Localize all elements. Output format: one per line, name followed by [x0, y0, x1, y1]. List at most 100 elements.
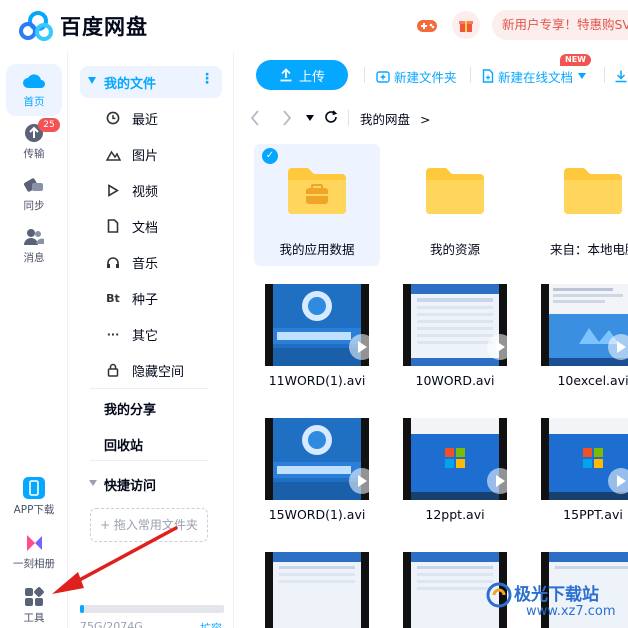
rail-transfer[interactable]: 25 传输	[6, 116, 62, 168]
breadcrumb-root[interactable]: 我的网盘	[360, 112, 410, 127]
rail-home[interactable]: 首页	[6, 64, 62, 116]
sidebar-item-videos[interactable]: 视频	[80, 175, 222, 205]
storage-progress-fill	[80, 605, 84, 613]
new-folder-label: 新建文件夹	[394, 69, 457, 85]
navigation-row: 我的网盘 >	[234, 102, 628, 132]
upload-button[interactable]: 上传	[256, 60, 348, 90]
rail-label: 传输	[23, 148, 45, 160]
storage-progress-bar	[80, 605, 224, 613]
new-online-doc-button[interactable]: 新建在线文档	[482, 66, 587, 86]
sidebar-item-torrents[interactable]: Bt 种子	[80, 283, 222, 313]
quick-access-header[interactable]: 快捷访问	[104, 475, 156, 494]
folder-tile[interactable]: ✓ 我的应用数据	[254, 144, 380, 266]
play-button-icon[interactable]	[608, 334, 628, 360]
breadcrumb-separator: >	[420, 112, 431, 127]
gift-icon[interactable]	[452, 11, 480, 39]
download-button[interactable]	[614, 66, 628, 86]
my-files-header[interactable]: 我的文件 ⋮	[80, 66, 222, 98]
new-online-doc-label: 新建在线文档	[498, 69, 574, 85]
document-icon	[105, 218, 121, 234]
play-button-icon[interactable]	[349, 468, 369, 494]
back-arrow-icon[interactable]	[250, 110, 260, 126]
upload-label: 上传	[298, 69, 325, 85]
collapse-triangle-icon[interactable]	[89, 480, 97, 486]
rail-moment-album[interactable]: 一刻相册	[6, 526, 62, 578]
checkmark-icon[interactable]: ✓	[262, 148, 278, 164]
history-dropdown-icon[interactable]	[306, 115, 314, 121]
video-thumbnail[interactable]	[403, 418, 507, 500]
new-folder-button[interactable]: 新建文件夹	[376, 66, 457, 86]
rail-label: 消息	[23, 252, 45, 264]
header: 百度网盘 新用户专享！特惠购SVI	[0, 0, 628, 52]
phone-icon	[23, 477, 45, 499]
toolbar-separator	[470, 67, 471, 83]
play-button-icon[interactable]	[487, 468, 507, 494]
rail-app-download[interactable]: APP下载	[6, 470, 62, 522]
quick-access-dropzone[interactable]: + 拖入常用文件夹	[90, 508, 208, 542]
rail-label: 工具	[23, 612, 45, 624]
brand-name: 百度网盘	[60, 15, 148, 39]
upload-icon	[280, 68, 292, 82]
game-icon[interactable]	[414, 13, 440, 39]
sidebar-item-label: 其它	[132, 328, 159, 344]
video-file-name: 11WORD(1).avi	[268, 373, 366, 388]
people-icon	[24, 229, 44, 245]
video-thumbnail[interactable]	[265, 418, 369, 500]
grid-icon	[25, 587, 44, 606]
baidu-netdisk-logo[interactable]	[18, 10, 54, 42]
rail-tools[interactable]: 工具	[6, 580, 62, 628]
video-file-name: 15WORD(1).avi	[268, 507, 366, 522]
dropdown-caret-icon[interactable]	[577, 72, 587, 80]
headphones-icon	[105, 254, 121, 270]
folder-icon	[564, 168, 622, 214]
video-thumbnail[interactable]	[541, 284, 628, 366]
play-button-icon[interactable]	[487, 334, 507, 360]
more-options-icon[interactable]: ⋮	[200, 71, 214, 87]
forward-arrow-icon[interactable]	[282, 110, 292, 126]
cloud-icon	[23, 74, 45, 88]
video-preview	[273, 552, 361, 628]
sidebar-item-others[interactable]: ··· 其它	[80, 319, 222, 349]
play-button-icon[interactable]	[608, 468, 628, 494]
play-button-icon[interactable]	[349, 334, 369, 360]
folder-plus-icon	[376, 70, 390, 83]
video-thumbnail[interactable]	[541, 418, 628, 500]
sidebar-item-label: 视频	[132, 184, 159, 200]
sidebar-item-label: 种子	[132, 292, 159, 308]
rail-label: 一刻相册	[13, 558, 55, 570]
rail-label: 首页	[23, 96, 45, 108]
bt-icon: Bt	[106, 291, 120, 305]
watermark-logo-icon	[486, 582, 512, 608]
folder-tile[interactable]: 来自：本地电脑	[530, 144, 628, 266]
storage-usage-text: 75G/2074G	[80, 620, 143, 628]
divider	[90, 388, 208, 389]
video-thumbnail[interactable]	[265, 284, 369, 366]
download-icon	[615, 70, 627, 83]
promo-banner[interactable]: 新用户专享！特惠购SVI	[492, 10, 628, 40]
sidebar-item-hidden-space[interactable]: 隐藏空间	[80, 355, 222, 385]
watermark-url: www.xz7.com	[526, 604, 616, 619]
video-preview	[273, 284, 361, 366]
folder-tile[interactable]: 我的资源	[392, 144, 518, 266]
folder-icon	[288, 168, 346, 214]
video-thumbnail[interactable]	[265, 552, 369, 628]
sidebar-item-documents[interactable]: 文档	[80, 211, 222, 241]
rail-sync[interactable]: 同步	[6, 168, 62, 220]
site-watermark: 极光下载站 www.xz7.com	[480, 578, 628, 628]
sidebar-item-music[interactable]: 音乐	[80, 247, 222, 277]
sidebar-item-recent[interactable]: 最近	[80, 103, 222, 133]
sidebar-item-my-share[interactable]: 我的分享	[104, 399, 156, 418]
video-thumbnail[interactable]	[403, 284, 507, 366]
sidebar-item-images[interactable]: 图片	[80, 139, 222, 169]
document-plus-icon	[482, 69, 494, 83]
expand-storage-link[interactable]: 扩容	[200, 620, 222, 628]
transfer-badge: 25	[38, 118, 60, 132]
collapse-triangle-icon[interactable]	[88, 77, 96, 84]
folder-icon	[426, 168, 484, 214]
divider	[90, 460, 208, 461]
sidebar-item-recycle-bin[interactable]: 回收站	[104, 435, 143, 454]
folder-name: 我的应用数据	[279, 242, 355, 257]
rail-messages[interactable]: 消息	[6, 220, 62, 272]
ellipsis-icon: ···	[106, 327, 120, 341]
refresh-icon[interactable]	[324, 110, 338, 124]
